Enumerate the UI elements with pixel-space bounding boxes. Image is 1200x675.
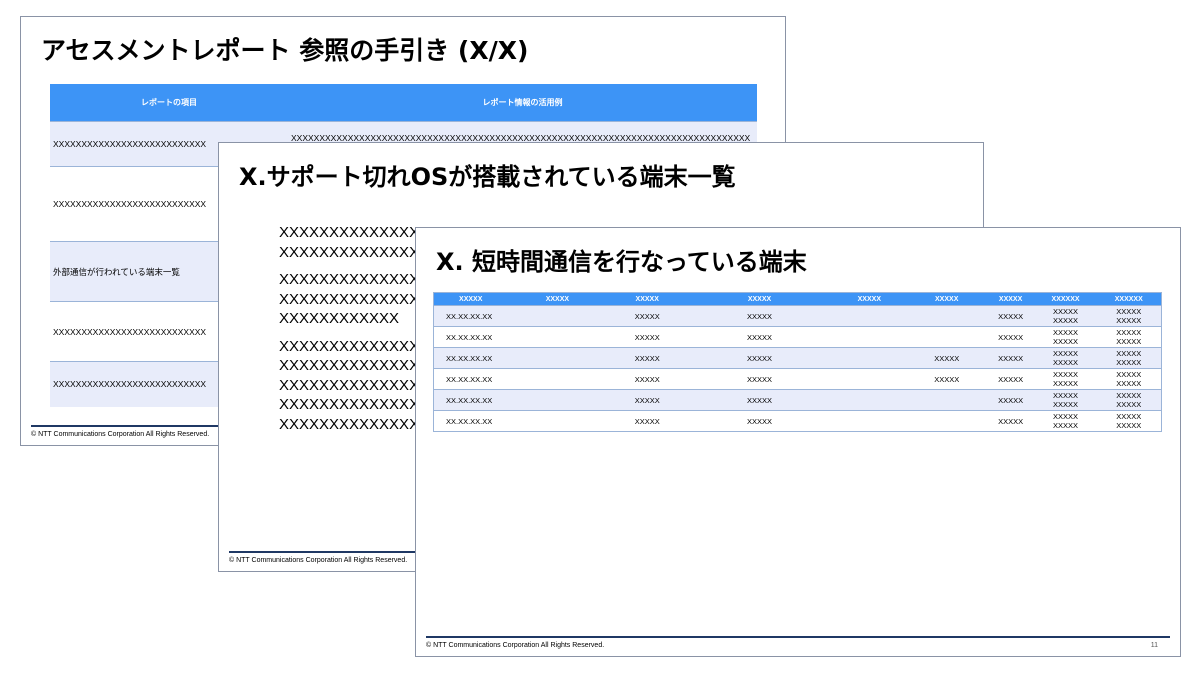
table-cell: XXXXX xyxy=(986,326,1035,348)
copyright-text: © NTT Communications Corporation All Rig… xyxy=(229,557,408,564)
table-header-cell: XXXXXX xyxy=(1034,292,1097,306)
table-cell: XXXXX xyxy=(906,368,987,390)
table-cell: XX.XX.XX.XX xyxy=(433,305,508,327)
table-cell xyxy=(507,305,608,327)
table-cell: XXXXX xyxy=(607,410,688,432)
table-cell: XXXXX xyxy=(607,347,688,369)
table-cell: XX.XX.XX.XX xyxy=(433,326,508,348)
table-cell xyxy=(507,326,608,348)
table-header-cell: XXXXX xyxy=(986,292,1035,306)
table-cell: XXXXX XXXXX xyxy=(1096,347,1162,369)
table-cell xyxy=(906,410,987,432)
table-header-cell: XXXXX xyxy=(906,292,987,306)
copyright-text: © NTT Communications Corporation All Rig… xyxy=(31,431,210,438)
table-cell xyxy=(831,368,907,390)
table-cell: XXXXX xyxy=(986,389,1035,411)
table-cell: XX.XX.XX.XX xyxy=(433,368,508,390)
table-cell: XXXXX XXXXX xyxy=(1034,326,1097,348)
table-row: XX.XX.XX.XX XXXXX XXXXX XXXXX XXXXX XXXXX XXX… xyxy=(433,347,1162,369)
footer-line xyxy=(426,636,1170,638)
table-header-cell: レポートの項目 xyxy=(50,84,288,122)
table-cell: XXXXX xyxy=(906,347,987,369)
table-cell: XXXXX XXXXX xyxy=(1096,410,1162,432)
table-cell: XXXXX xyxy=(607,389,688,411)
table-row: XX.XX.XX.XX XXXXX XXXXX XXXXX XXXXX XXXXX XXX… xyxy=(433,389,1162,411)
table-row: XX.XX.XX.XX XXXXX XXXXX XXXXX XXXXX XXXXX XXX… xyxy=(433,326,1162,348)
table-header-cell: XXXXXX xyxy=(1096,292,1162,306)
table-cell: XXXXX XXXXX xyxy=(1096,305,1162,327)
slide-title: X.サポート切れOSが搭載されている端末一覧 xyxy=(239,163,736,191)
table-cell: XXXXX XXXXX xyxy=(1034,410,1097,432)
table-cell: XXXXX XXXXX xyxy=(1034,368,1097,390)
table-header-cell: XXXXX xyxy=(831,292,907,306)
table-cell xyxy=(507,389,608,411)
table-cell xyxy=(906,389,987,411)
table-cell: XXXXX xyxy=(687,389,832,411)
copyright-text: © NTT Communications Corporation All Rig… xyxy=(426,642,605,649)
table-header-cell: XXXXX xyxy=(433,292,508,306)
table-cell: XXXXX xyxy=(687,305,832,327)
table-cell: XXXXX xyxy=(687,368,832,390)
table-cell xyxy=(831,305,907,327)
table-cell xyxy=(906,326,987,348)
table-cell xyxy=(906,305,987,327)
table-cell: XXXXX xyxy=(687,410,832,432)
table-cell: XXXXX xyxy=(607,368,688,390)
table-header-cell: レポート情報の活用例 xyxy=(288,84,757,122)
slide-title: アセスメントレポート 参照の手引き (X/X) xyxy=(41,36,529,65)
table-cell: XXXXX XXXXX xyxy=(1096,368,1162,390)
table-cell: XX.XX.XX.XX xyxy=(433,410,508,432)
table-header-cell: XXXXX xyxy=(607,292,688,306)
slide-short-communication: X. 短時間通信を行なっている端末 XXXXX XXXXX XXXXX XXXX… xyxy=(415,227,1181,657)
device-table: XXXXX XXXXX XXXXX XXXXX XXXXX XXXXX XXXX… xyxy=(433,292,1162,432)
table-cell: XXXXX xyxy=(986,410,1035,432)
table-cell: XXXXX XXXXX xyxy=(1096,389,1162,411)
table-cell: XXXXX xyxy=(687,326,832,348)
table-cell xyxy=(831,347,907,369)
table-cell: XXXXX xyxy=(607,305,688,327)
slide-title: X. 短時間通信を行なっている端末 xyxy=(436,248,807,276)
table-cell xyxy=(507,347,608,369)
table-cell xyxy=(507,410,608,432)
table-cell: XXXXX XXXXX xyxy=(1034,305,1097,327)
table-row: XX.XX.XX.XX XXXXX XXXXX XXXXX XXXXX XXXXX XXX… xyxy=(433,410,1162,432)
table-cell xyxy=(507,368,608,390)
table-header-cell: XXXXX xyxy=(507,292,608,306)
table-cell xyxy=(831,410,907,432)
table-cell xyxy=(831,326,907,348)
table-cell xyxy=(831,389,907,411)
table-row: XX.XX.XX.XX XXXXX XXXXX XXXXX XXXXX XXXXX XXX… xyxy=(433,305,1162,327)
table-header-cell: XXXXX xyxy=(687,292,832,306)
table-cell: XXXXX xyxy=(986,368,1035,390)
table-row: XX.XX.XX.XX XXXXX XXXXX XXXXX XXXXX XXXXX XXX… xyxy=(433,368,1162,390)
page-number: 11 xyxy=(1150,642,1158,649)
table-header-row: XXXXX XXXXX XXXXX XXXXX XXXXX XXXXX XXXX… xyxy=(433,292,1162,306)
table-cell: XXXXX xyxy=(687,347,832,369)
table-cell: XXXXX xyxy=(986,347,1035,369)
table-cell: XXXXX XXXXX xyxy=(1034,389,1097,411)
table-cell: XXXXX XXXXX xyxy=(1096,326,1162,348)
table-cell: XX.XX.XX.XX xyxy=(433,389,508,411)
table-cell: XX.XX.XX.XX xyxy=(433,347,508,369)
table-cell: XXXXX xyxy=(607,326,688,348)
table-cell: XXXXX XXXXX xyxy=(1034,347,1097,369)
table-cell: XXXXX xyxy=(986,305,1035,327)
